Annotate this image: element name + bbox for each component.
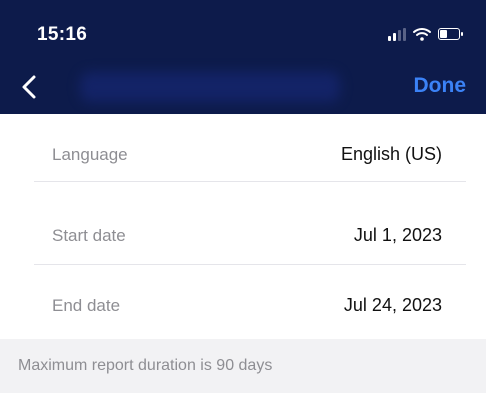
start-date-value: Jul 1, 2023 [353,225,442,245]
language-label: Language [52,145,128,164]
chevron-left-icon [22,75,36,99]
end-date-label: End date [52,296,121,315]
status-bar: 15:16 [0,0,486,62]
nav-title-redacted [80,72,340,102]
divider [34,181,466,182]
end-date-row[interactable]: End date Jul 24, 2023 [0,276,486,338]
language-value: English (US) [340,144,442,164]
signal-icon [388,27,406,41]
battery-icon [438,28,463,40]
wifi-icon [413,28,431,41]
divider [34,264,466,265]
navigation-bar: Done [0,62,486,114]
back-button[interactable] [14,70,48,104]
done-button[interactable]: Done [414,74,467,98]
start-date-label: Start date [52,226,126,245]
status-icons [388,26,463,42]
language-row[interactable]: Language English (US) [0,125,486,187]
status-time: 15:16 [37,24,88,45]
report-duration-note: Maximum report duration is 90 days [18,357,273,374]
end-date-value: Jul 24, 2023 [343,295,442,315]
footer: Maximum report duration is 90 days [0,339,486,393]
start-date-row[interactable]: Start date Jul 1, 2023 [0,206,486,268]
